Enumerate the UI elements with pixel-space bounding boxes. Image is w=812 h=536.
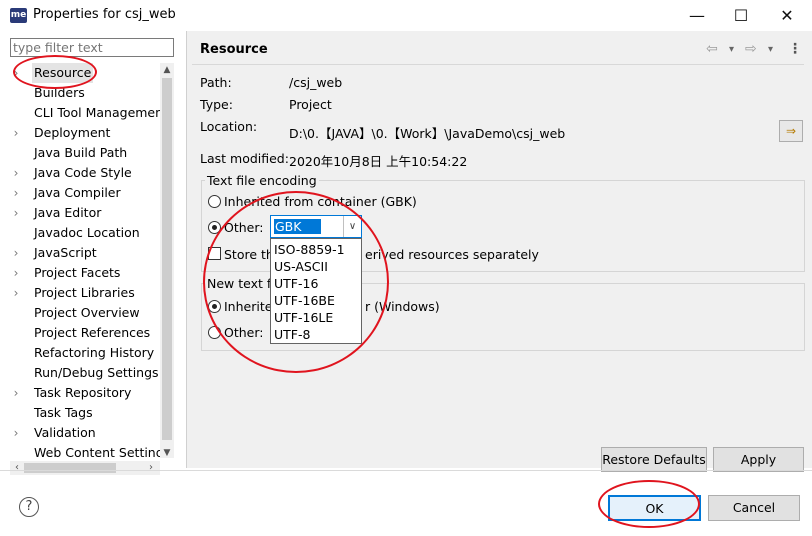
chevron-right-icon[interactable]: ›	[10, 243, 22, 263]
annotation-ring-resource	[13, 55, 97, 89]
modified-label: Last modified:	[200, 151, 289, 166]
path-value: /csj_web	[289, 75, 343, 90]
annotation-ring-encoding	[203, 191, 389, 373]
chevron-right-icon[interactable]: ›	[10, 283, 22, 303]
minimize-button[interactable]: —	[674, 0, 720, 31]
chevron-right-icon[interactable]: ›	[10, 183, 22, 203]
chevron-right-icon[interactable]: ›	[10, 123, 22, 143]
type-label: Type:	[200, 97, 233, 112]
scroll-down-arrow-icon[interactable]: ▼	[160, 446, 174, 460]
apply-button[interactable]: Apply	[713, 447, 804, 472]
type-value: Project	[289, 97, 332, 112]
scroll-left-arrow-icon[interactable]: ‹	[10, 461, 24, 475]
filter-field[interactable]	[10, 38, 174, 57]
show-in-explorer-button[interactable]: ⇒	[779, 120, 803, 142]
sidebar-item-label: CLI Tool Managemen	[34, 105, 160, 120]
sidebar-item-label: Validation	[34, 425, 96, 440]
sidebar-item-label: Project Facets	[34, 265, 121, 280]
path-label: Path:	[200, 75, 232, 90]
vertical-scroll-thumb[interactable]	[162, 78, 172, 440]
restore-defaults-button[interactable]: Restore Defaults	[601, 447, 707, 472]
back-arrow-icon[interactable]: ⇦	[706, 41, 718, 57]
back-menu-icon[interactable]: ▾	[729, 44, 734, 55]
chevron-right-icon[interactable]: ›	[10, 163, 22, 183]
title-bar: me Properties for csj_web — ☐ ✕	[0, 0, 812, 31]
sidebar-item-label: Run/Debug Settings	[34, 365, 159, 380]
sidebar-item-label: Refactoring History	[34, 345, 155, 360]
window-title: Properties for csj_web	[33, 7, 176, 22]
bottom-separator	[0, 470, 812, 471]
sidebar-item-label: Web Content Settings	[34, 445, 160, 458]
sidebar-item-label: Project References	[34, 325, 151, 340]
sidebar-item-label: Task Tags	[34, 405, 93, 420]
chevron-right-icon[interactable]: ›	[10, 423, 22, 443]
annotation-ring-ok	[598, 480, 700, 528]
sidebar-item-label: Deployment	[34, 125, 111, 140]
forward-arrow-icon[interactable]: ⇨	[745, 41, 757, 57]
sidebar-item-label: JavaScript	[34, 245, 97, 260]
open-folder-icon: ⇒	[785, 124, 797, 138]
filter-input[interactable]	[11, 39, 171, 55]
chevron-right-icon[interactable]: ›	[10, 203, 22, 223]
chevron-right-icon[interactable]: ›	[10, 383, 22, 403]
maximize-button[interactable]: ☐	[718, 0, 764, 31]
sidebar-item-label: Java Editor	[34, 205, 102, 220]
sidebar-item-label: Java Compiler	[34, 185, 121, 200]
cancel-button[interactable]: Cancel	[708, 495, 800, 521]
horizontal-scroll-thumb[interactable]	[24, 463, 116, 473]
sidebar-item-label: Task Repository	[34, 385, 132, 400]
header-separator	[192, 64, 804, 65]
sidebar-item-label: Project Overview	[34, 305, 140, 320]
sidebar-item-label: Project Libraries	[34, 285, 135, 300]
text-encoding-title: Text file encoding	[205, 173, 319, 188]
sidebar-item-label: Javadoc Location	[34, 225, 140, 240]
inherited-encoding-radio[interactable]	[208, 195, 221, 208]
view-menu-icon[interactable]: ⋮	[788, 41, 802, 57]
sidebar-item-label: Java Code Style	[34, 165, 132, 180]
forward-menu-icon[interactable]: ▾	[768, 44, 773, 55]
app-icon: me	[10, 8, 27, 23]
store-derived-label-end[interactable]: erived resources separately	[365, 247, 539, 262]
sidebar-item-label: Java Build Path	[34, 145, 128, 160]
page-title: Resource	[200, 42, 268, 57]
close-button[interactable]: ✕	[764, 0, 810, 31]
location-label: Location:	[200, 119, 258, 134]
location-value: D:\0.【JAVA】\0.【Work】\JavaDemo\csj_web	[289, 126, 566, 141]
category-tree: › Resource Builders CLI Tool Managemen › Depl…	[10, 63, 160, 458]
scroll-right-arrow-icon[interactable]: ›	[144, 461, 158, 475]
modified-value: 2020年10月8日 上午10:54:22	[289, 154, 468, 169]
scroll-up-arrow-icon[interactable]: ▲	[160, 63, 174, 77]
help-icon[interactable]: ?	[19, 497, 39, 517]
chevron-right-icon[interactable]: ›	[10, 263, 22, 283]
